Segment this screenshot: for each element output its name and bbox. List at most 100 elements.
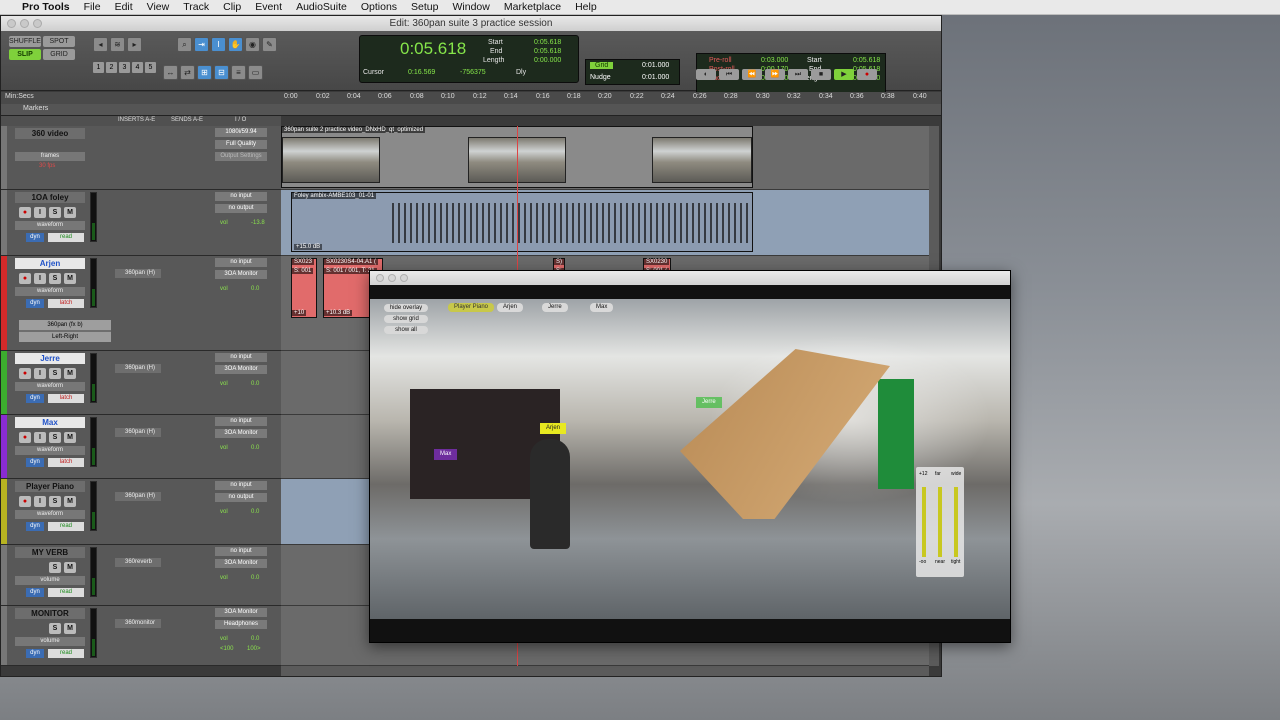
rev-width-slider[interactable]: wide tight xyxy=(950,471,962,571)
menu-help[interactable]: Help xyxy=(575,1,597,13)
solo-button[interactable]: S xyxy=(49,368,61,379)
zoom-video-window-button[interactable] xyxy=(400,274,408,282)
volume-value[interactable]: 0.0 xyxy=(251,445,259,451)
output-selector[interactable]: no output xyxy=(215,204,267,213)
gain-slider-track[interactable] xyxy=(922,487,926,557)
delay-label[interactable]: Dly xyxy=(516,69,526,76)
distance-slider[interactable]: far near xyxy=(934,471,946,571)
track-name[interactable]: Max xyxy=(15,417,85,428)
insert-slot[interactable]: 360pan (H) xyxy=(115,364,161,373)
pan-left-value[interactable]: <100 xyxy=(220,646,234,652)
dyn-button[interactable]: dyn xyxy=(26,649,44,658)
markers-ruler[interactable]: Markers xyxy=(1,104,941,115)
menu-window[interactable]: Window xyxy=(453,1,490,13)
spot-mode-button[interactable]: SPOT xyxy=(43,36,75,47)
output-selector[interactable]: 3OA Monitor xyxy=(215,365,267,374)
link-timeline-icon[interactable]: ⇄ xyxy=(180,65,195,80)
source-toggle-arjen[interactable]: Arjen xyxy=(497,303,524,312)
insert-slot[interactable]: 360pan (H) xyxy=(115,492,161,501)
automation-mode[interactable]: read xyxy=(48,522,84,531)
automation-mode[interactable]: latch xyxy=(48,299,84,308)
zoom-in-icon[interactable]: ▸ xyxy=(127,37,142,52)
grid-mode-button[interactable]: GRID xyxy=(43,49,75,60)
insert-slot[interactable]: 360pan (H) xyxy=(115,269,161,278)
track-view-selector[interactable]: frames xyxy=(15,152,85,161)
zoom-out-icon[interactable]: ◂ xyxy=(93,37,108,52)
minimize-video-window-button[interactable] xyxy=(388,274,396,282)
mute-button[interactable]: M xyxy=(64,368,76,379)
zoom-preset-3[interactable]: 3 xyxy=(119,62,130,73)
insert-slot[interactable]: 360reverb xyxy=(115,558,161,567)
dyn-button[interactable]: dyn xyxy=(26,394,44,403)
equirectangular-video[interactable]: hide overlay show grid show all Player P… xyxy=(370,299,1010,619)
track-view-selector[interactable]: waveform xyxy=(15,287,85,296)
zoom-preset-4[interactable]: 4 xyxy=(132,62,143,73)
track-360-video[interactable]: 360 video frames 30 fps 1080i/59.94 Full… xyxy=(1,126,281,190)
preroll-value[interactable]: 0:03.000 xyxy=(761,57,788,64)
volume-value[interactable]: -13.8 xyxy=(251,220,265,226)
dyn-button[interactable]: dyn xyxy=(26,299,44,308)
menu-event[interactable]: Event xyxy=(255,1,282,13)
record-enable-button[interactable]: ● xyxy=(19,432,31,443)
grid-label[interactable]: Grid xyxy=(590,62,614,69)
keyboard-focus-icon[interactable]: ▭ xyxy=(248,65,263,80)
video-output-settings[interactable]: Output Settings xyxy=(215,152,267,161)
hide-overlay-button[interactable]: hide overlay xyxy=(384,304,428,312)
track-view-selector[interactable]: waveform xyxy=(15,510,85,519)
length-value[interactable]: 0:00.000 xyxy=(534,57,561,64)
input-monitor-button[interactable]: I xyxy=(34,368,46,379)
source-toggle-jerre[interactable]: Jerre xyxy=(542,303,568,312)
trim-tool-icon[interactable]: ⇥ xyxy=(194,37,209,52)
zoom-preset-5[interactable]: 5 xyxy=(145,62,156,73)
record-enable-button[interactable]: ● xyxy=(19,273,31,284)
mute-button[interactable]: M xyxy=(64,562,76,573)
arjen-clip-gain[interactable]: +10.3 dB xyxy=(324,310,353,316)
foley-clip[interactable]: Foley ambix-AMBE103_01-01 +15.0 dB xyxy=(291,192,753,252)
dyn-button[interactable]: dyn xyxy=(26,588,44,597)
solo-button[interactable]: S xyxy=(49,432,61,443)
output-selector[interactable]: Headphones xyxy=(215,620,267,629)
track-monitor[interactable]: MONITOR SM volume dyn read 360monitor 3O… xyxy=(1,606,281,666)
insertion-follows-icon[interactable]: ≡ xyxy=(231,65,246,80)
rev-width-slider-track[interactable] xyxy=(954,487,958,557)
foley-clip-gain[interactable]: +15.0 dB xyxy=(294,244,323,250)
online-icon[interactable]: ◐ xyxy=(696,69,716,80)
track-view-selector[interactable]: waveform xyxy=(15,221,85,230)
nudge-value[interactable]: 0:01.000 xyxy=(642,74,669,81)
zoom-preset-2[interactable]: 2 xyxy=(106,62,117,73)
track-name[interactable]: 360 video xyxy=(15,128,85,139)
tab-to-transient-icon[interactable]: ↔ xyxy=(163,65,178,80)
input-selector[interactable]: no input xyxy=(215,547,267,556)
dyn-button[interactable]: dyn xyxy=(26,233,44,242)
arjen-pan-marker[interactable]: Arjen xyxy=(540,423,567,434)
minimize-window-button[interactable] xyxy=(20,19,29,28)
solo-button[interactable]: S xyxy=(49,623,61,634)
mute-button[interactable]: M xyxy=(64,273,76,284)
go-to-end-icon[interactable]: ⏭ xyxy=(788,69,808,80)
volume-value[interactable]: 0.0 xyxy=(251,636,259,642)
automation-mode[interactable]: read xyxy=(48,233,84,242)
mirror-edit-icon[interactable]: ⊟ xyxy=(214,65,229,80)
dyn-button[interactable]: dyn xyxy=(26,458,44,467)
video-format[interactable]: 1080i/59.94 xyxy=(215,128,267,137)
track-arjen[interactable]: Arjen ● I S M waveform dyn latch 360pan (H)… xyxy=(1,256,281,351)
slip-mode-button[interactable]: SLIP xyxy=(9,49,41,60)
mute-button[interactable]: M xyxy=(64,496,76,507)
solo-button[interactable]: S xyxy=(49,273,61,284)
volume-value[interactable]: 0.0 xyxy=(251,575,259,581)
transport-start-value[interactable]: 0:05.618 xyxy=(853,57,880,64)
insert-slot[interactable]: 360monitor xyxy=(115,619,161,628)
input-selector[interactable]: no input xyxy=(215,192,267,201)
record-enable-button[interactable]: ● xyxy=(19,496,31,507)
input-monitor-button[interactable]: I xyxy=(34,496,46,507)
horizontal-scrollbar[interactable] xyxy=(281,666,929,676)
stop-icon[interactable]: ■ xyxy=(811,69,831,80)
track-name[interactable]: Player Piano xyxy=(15,481,85,492)
scrubber-tool-icon[interactable]: ◉ xyxy=(245,37,260,52)
menu-options[interactable]: Options xyxy=(361,1,397,13)
menu-file[interactable]: File xyxy=(84,1,101,13)
input-monitor-button[interactable]: I xyxy=(34,207,46,218)
grabber-tool-icon[interactable]: ✋ xyxy=(228,37,243,52)
track-jerre[interactable]: Jerre ● I S M waveform dyn latch 360pan (H)… xyxy=(1,351,281,415)
output-selector[interactable]: 3OA Monitor xyxy=(215,559,267,568)
